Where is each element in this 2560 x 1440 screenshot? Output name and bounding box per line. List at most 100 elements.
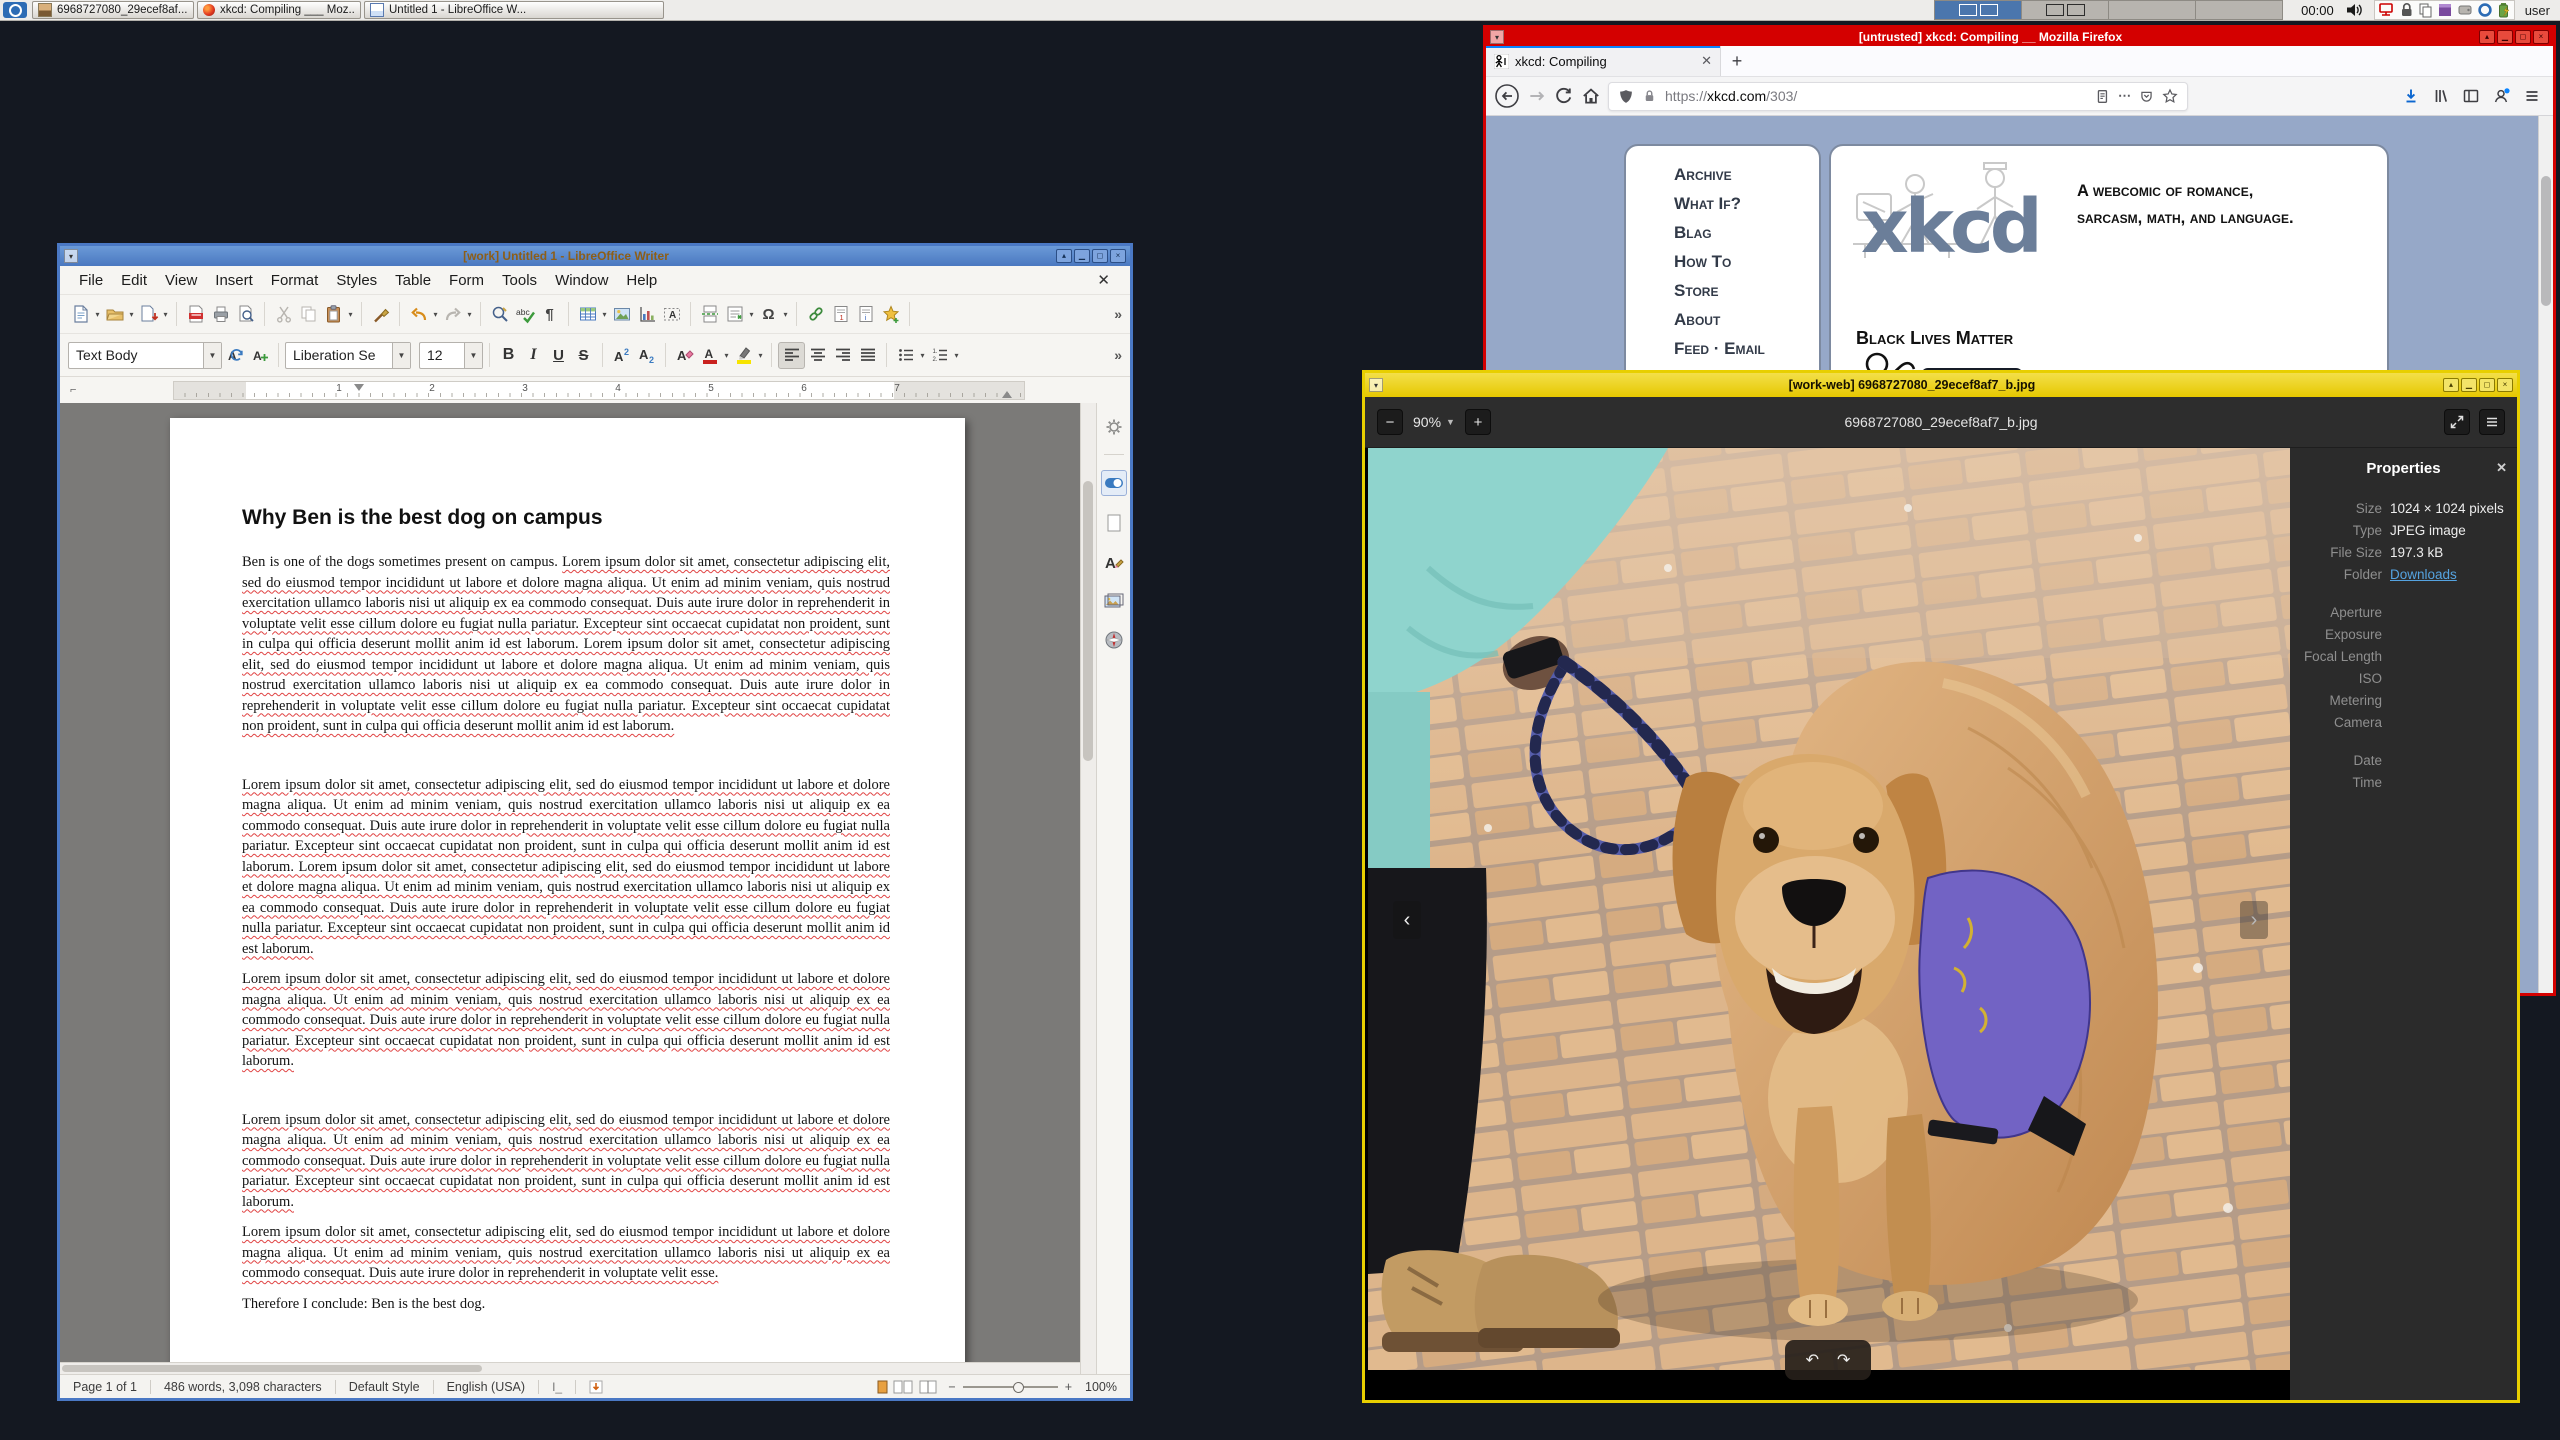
- sidebar-gallery-icon[interactable]: [1102, 589, 1126, 613]
- minimize-button[interactable]: ▁: [2497, 30, 2513, 44]
- zoom-in-button[interactable]: +: [1464, 409, 1491, 435]
- close-button[interactable]: ×: [1110, 249, 1126, 263]
- align-right-button[interactable]: [830, 343, 855, 368]
- menu-format[interactable]: Format: [262, 272, 328, 289]
- update-style-icon[interactable]: A: [222, 343, 247, 368]
- zoom-level[interactable]: 90%: [1413, 414, 1441, 430]
- toolbar-overflow-icon[interactable]: »: [1114, 347, 1122, 363]
- scrollbar-thumb[interactable]: [1083, 481, 1093, 761]
- page-actions-icon[interactable]: ⋯: [2118, 88, 2131, 104]
- menu-help[interactable]: Help: [617, 272, 666, 289]
- close-button[interactable]: ×: [2497, 378, 2513, 392]
- menu-tools[interactable]: Tools: [493, 272, 546, 289]
- document-close-icon[interactable]: ✕: [1097, 271, 1120, 289]
- zoom-slider-thumb[interactable]: [1012, 1381, 1024, 1393]
- zoom-out-button[interactable]: −: [1377, 409, 1403, 435]
- formatting-marks-icon[interactable]: ¶: [537, 302, 562, 327]
- network-vm-icon[interactable]: [2378, 2, 2395, 18]
- zoom-slider[interactable]: [962, 1381, 1058, 1393]
- workspace-4[interactable]: [2195, 0, 2284, 20]
- xkcd-nav-link[interactable]: What If?: [1674, 189, 1819, 218]
- combo-dropdown-icon[interactable]: ▼: [203, 342, 221, 368]
- home-button[interactable]: [1581, 86, 1601, 106]
- url-bar[interactable]: https://xkcd.com/303/ ⋯: [1608, 81, 2188, 111]
- horizontal-scrollbar[interactable]: [60, 1362, 1080, 1374]
- window-menu-icon[interactable]: ▾: [1369, 378, 1383, 392]
- dropdown-arrow[interactable]: ▾: [161, 310, 170, 319]
- shade-button[interactable]: ▴: [2479, 30, 2495, 44]
- previous-image-button[interactable]: ‹: [1393, 901, 1421, 939]
- maximize-button[interactable]: ◻: [2479, 378, 2495, 392]
- font-size-combo[interactable]: 12 ▼: [419, 341, 483, 369]
- paste-icon[interactable]: [321, 302, 346, 327]
- zoom-in-icon[interactable]: +: [1065, 1380, 1072, 1394]
- save-icon[interactable]: [136, 302, 161, 327]
- xkcd-nav-link[interactable]: About: [1674, 305, 1819, 334]
- underline-button[interactable]: U: [546, 343, 571, 368]
- bullet-list-button[interactable]: [893, 343, 918, 368]
- bold-button[interactable]: B: [496, 343, 521, 368]
- xkcd-nav-link[interactable]: Archive: [1674, 160, 1819, 189]
- export-pdf-icon[interactable]: [183, 302, 208, 327]
- rotate-right-button[interactable]: ↷: [1837, 1350, 1850, 1370]
- firefox-titlebar[interactable]: ▾ [untrusted] xkcd: Compiling __ Mozilla…: [1486, 28, 2553, 46]
- fullscreen-button[interactable]: [2444, 409, 2470, 435]
- multi-page-view-icon[interactable]: [893, 1380, 913, 1394]
- menu-file[interactable]: File: [70, 272, 112, 289]
- workspace-pager[interactable]: [1934, 0, 2284, 20]
- combo-dropdown-icon[interactable]: ▼: [464, 342, 482, 368]
- dog-photo[interactable]: [1368, 448, 2290, 1370]
- insert-textbox-icon[interactable]: A: [659, 302, 684, 327]
- menu-styles[interactable]: Styles: [327, 272, 386, 289]
- scrollbar-thumb[interactable]: [62, 1365, 482, 1372]
- new-style-icon[interactable]: A: [247, 343, 272, 368]
- tab-stop-selector-icon[interactable]: ⌐: [70, 384, 80, 396]
- window-menu-icon[interactable]: ▾: [64, 249, 78, 263]
- single-page-view-icon[interactable]: [877, 1380, 888, 1394]
- window-menu-icon[interactable]: ▾: [1490, 30, 1504, 44]
- status-word-count[interactable]: 486 words, 3,098 characters: [151, 1380, 335, 1394]
- dropdown-arrow[interactable]: ▾: [600, 310, 609, 319]
- document-canvas[interactable]: Why Ben is the best dog on campus Ben is…: [60, 403, 1080, 1374]
- strikethrough-button[interactable]: S: [571, 343, 596, 368]
- qubes-tray-icon[interactable]: [2477, 2, 2493, 18]
- numbered-list-button[interactable]: 1. 2.: [927, 343, 952, 368]
- toolbar-overflow-icon[interactable]: »: [1114, 306, 1122, 322]
- forward-button[interactable]: [1527, 86, 1547, 106]
- justify-button[interactable]: [855, 343, 880, 368]
- menu-table[interactable]: Table: [386, 272, 440, 289]
- writer-titlebar[interactable]: ▾ [work] Untitled 1 - LibreOffice Writer…: [60, 246, 1130, 266]
- menu-edit[interactable]: Edit: [112, 272, 156, 289]
- back-button[interactable]: [1494, 83, 1520, 109]
- combo-dropdown-icon[interactable]: ▼: [392, 342, 410, 368]
- viewer-menu-button[interactable]: [2479, 409, 2505, 435]
- account-icon[interactable]: [2492, 87, 2511, 105]
- sidebar-toggle-icon[interactable]: [2462, 87, 2480, 105]
- italic-button[interactable]: I: [521, 343, 546, 368]
- menu-view[interactable]: View: [156, 272, 206, 289]
- tab-close-icon[interactable]: ✕: [1701, 53, 1712, 69]
- find-replace-icon[interactable]: [487, 302, 512, 327]
- open-icon[interactable]: [102, 302, 127, 327]
- dropdown-arrow[interactable]: ▾: [918, 351, 927, 360]
- sidebar-styles-icon[interactable]: A: [1102, 550, 1126, 574]
- print-preview-icon[interactable]: [233, 302, 258, 327]
- indent-marker-left[interactable]: [354, 384, 364, 391]
- workspace-1[interactable]: [1934, 0, 2023, 20]
- minimize-button[interactable]: ▁: [2461, 378, 2477, 392]
- status-zoom-level[interactable]: 100%: [1072, 1380, 1130, 1394]
- battery-icon[interactable]: [2497, 2, 2511, 18]
- spellcheck-icon[interactable]: abc: [512, 302, 537, 327]
- reader-mode-icon[interactable]: [2094, 88, 2110, 105]
- pocket-icon[interactable]: [2139, 89, 2154, 104]
- horizontal-ruler[interactable]: ⌐ 1 2 3 4 5 6 7: [60, 377, 1130, 403]
- dropdown-arrow[interactable]: ▾: [756, 351, 765, 360]
- lock-icon[interactable]: [2399, 2, 2414, 18]
- subscript-button[interactable]: A2: [634, 343, 659, 368]
- panel-close-icon[interactable]: ✕: [2496, 460, 2507, 476]
- insert-mode-icon[interactable]: I_: [539, 1380, 575, 1394]
- downloads-icon[interactable]: [2402, 87, 2420, 105]
- dropdown-arrow[interactable]: ▾: [781, 310, 790, 319]
- dropdown-arrow[interactable]: ▾: [93, 310, 102, 319]
- menu-insert[interactable]: Insert: [206, 272, 262, 289]
